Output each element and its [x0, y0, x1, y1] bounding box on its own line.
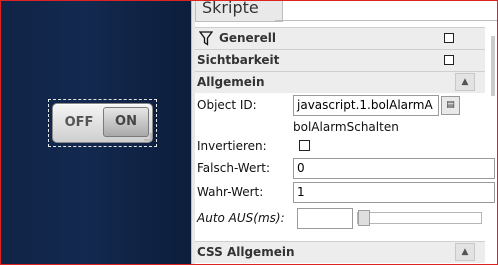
toggle-switch-widget[interactable]: OFF ON	[52, 103, 153, 143]
section-label: Allgemein	[197, 75, 265, 89]
chevron-up-icon[interactable]: ▲	[455, 73, 475, 91]
auto-aus-slider[interactable]	[357, 212, 482, 224]
app-frame: OFF ON Skripte Generell Sichtbarkeit All…	[0, 0, 498, 265]
auto-aus-input[interactable]	[297, 208, 353, 229]
section-label: CSS Allgemein	[197, 245, 295, 259]
section-label: Generell	[219, 31, 276, 45]
generell-checkbox[interactable]	[444, 33, 454, 43]
list-picker-icon[interactable]: ▤	[441, 96, 460, 115]
section-allgemein[interactable]: Allgemein ▲	[195, 71, 485, 93]
object-id-hint: bolAlarmSchalten	[293, 120, 399, 134]
invertieren-label: Invertieren:	[197, 139, 267, 153]
section-generell[interactable]: Generell	[195, 27, 485, 49]
section-label: Sichtbarkeit	[197, 53, 280, 67]
falsch-wert-input[interactable]: 0	[293, 158, 495, 179]
wahr-wert-label: Wahr-Wert:	[197, 185, 264, 199]
switch-on-button[interactable]: ON	[103, 107, 149, 137]
editor-canvas[interactable]: OFF ON	[1, 1, 191, 264]
object-id-input[interactable]: javascript.1.bolAlarmA	[293, 95, 439, 116]
invertieren-checkbox[interactable]	[299, 140, 310, 151]
panel-scrollbar[interactable]	[491, 36, 495, 96]
tabstrip-divider	[275, 20, 497, 21]
object-id-label: Object ID:	[197, 98, 257, 112]
wahr-wert-input[interactable]: 1	[293, 182, 495, 203]
chevron-up-icon[interactable]: ▲	[455, 243, 475, 261]
tab-skripte[interactable]: Skripte	[195, 1, 283, 22]
filter-icon[interactable]	[199, 31, 213, 46]
properties-panel: Skripte Generell Sichtbarkeit Allgemein …	[195, 1, 497, 264]
slider-thumb[interactable]	[358, 210, 370, 226]
falsch-wert-label: Falsch-Wert:	[197, 161, 271, 175]
sichtbarkeit-checkbox[interactable]	[444, 55, 454, 65]
switch-off-label: OFF	[64, 115, 94, 130]
section-sichtbarkeit[interactable]: Sichtbarkeit	[195, 49, 485, 71]
auto-aus-label: Auto AUS(ms):	[197, 211, 285, 225]
resize-handle-icon[interactable]	[144, 133, 152, 141]
section-css-allgemein[interactable]: CSS Allgemein ▲	[195, 241, 485, 263]
